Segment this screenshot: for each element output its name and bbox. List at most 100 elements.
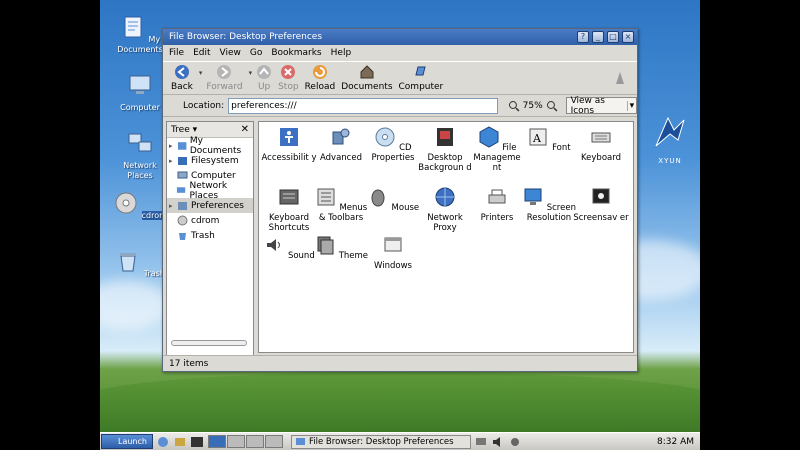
desktop-icon-computer[interactable]: Computer <box>110 72 170 113</box>
tree-item-cdrom[interactable]: cdrom <box>167 213 253 228</box>
menu-edit[interactable]: Edit <box>193 48 210 58</box>
tree-item-my-documents[interactable]: ▸ My Documents <box>167 136 253 156</box>
menu-bookmarks[interactable]: Bookmarks <box>271 48 321 58</box>
zoom-out-icon[interactable] <box>508 100 520 112</box>
item-theme[interactable]: Theme <box>313 234 369 261</box>
up-button[interactable]: Up <box>256 64 272 92</box>
item-advanced[interactable]: Advanced <box>313 126 369 163</box>
item-menus-toolbars[interactable]: Menus & Toolbars <box>313 186 369 223</box>
forward-arrow-icon <box>217 65 232 79</box>
expander-icon[interactable]: ▸ <box>169 142 177 150</box>
sidebar-close-icon[interactable]: ✕ <box>241 124 249 135</box>
forward-button[interactable]: Forward <box>206 64 243 92</box>
menu-bar: File Edit View Go Bookmarks Help <box>163 45 637 61</box>
reload-button[interactable]: Reload <box>305 64 335 92</box>
tree-item-network-places[interactable]: Network Places <box>167 181 253 201</box>
desktop-background-icon <box>437 128 453 146</box>
item-network-proxy[interactable]: Network Proxy <box>417 186 473 233</box>
item-keyboard[interactable]: Keyboard <box>573 126 629 163</box>
screen-resolution-icon <box>524 188 542 205</box>
item-screen-resolution[interactable]: Screen Resolution <box>521 186 577 223</box>
computer-button[interactable]: Computer <box>399 64 443 92</box>
location-label: Location: <box>183 100 225 111</box>
sidebar-tree: Tree ▾ ✕ ▸ My Documents ▸ Filesystem Com… <box>166 121 254 369</box>
taskbar: Launch File Browser: Desktop Preferences… <box>100 432 700 450</box>
expander-icon[interactable]: ▸ <box>169 202 177 210</box>
back-button[interactable]: Back <box>171 64 193 92</box>
desktop-icon-cdrom[interactable]: cdrom <box>110 190 170 221</box>
location-input[interactable] <box>228 97 498 114</box>
screensaver-icon <box>592 188 610 204</box>
network-tray-icon[interactable] <box>474 436 488 448</box>
item-desktop-background[interactable]: Desktop Backgroun d <box>417 126 473 173</box>
keyboard-icon <box>591 132 611 143</box>
back-history-dropdown[interactable]: ▾ <box>199 69 203 77</box>
cd-icon <box>375 127 395 147</box>
windows-icon <box>384 237 402 252</box>
chevron-down-icon: ▾ <box>192 124 198 135</box>
stop-button[interactable]: Stop <box>278 64 299 92</box>
clock[interactable]: 8:32 AM <box>657 437 694 447</box>
network-places-icon <box>128 133 152 152</box>
item-count: 17 items <box>169 358 209 369</box>
file-browser-icon <box>296 438 305 445</box>
status-bar: 17 items <box>163 355 637 371</box>
sidebar-horizontal-scrollbar[interactable] <box>171 340 247 346</box>
forward-history-dropdown[interactable]: ▾ <box>249 69 253 77</box>
tree-item-preferences[interactable]: ▸ Preferences <box>167 198 253 213</box>
desktop-icon-my-documents[interactable]: My Documents <box>110 14 170 55</box>
file-manager-launcher-icon[interactable] <box>173 436 187 448</box>
menu-view[interactable]: View <box>220 48 241 58</box>
item-mouse[interactable]: Mouse <box>365 186 421 213</box>
dragon-logo-icon <box>655 116 685 147</box>
taskbar-window-button[interactable]: File Browser: Desktop Preferences <box>291 434 471 449</box>
browser-launcher-icon[interactable] <box>156 436 170 448</box>
maximize-button[interactable]: □ <box>607 31 619 43</box>
title-bar[interactable]: File Browser: Desktop Preferences ? _ □ … <box>163 29 637 45</box>
status-tray-icon[interactable] <box>508 436 522 448</box>
workspace-1[interactable] <box>208 435 226 448</box>
toolbar: Back ▾ Forward ▾ Up Stop Reload Document… <box>163 61 637 95</box>
cdrom-icon <box>115 192 137 214</box>
file-management-icon <box>479 126 499 148</box>
item-cd-properties[interactable]: CD Properties <box>365 126 421 163</box>
workspace-3[interactable] <box>246 435 264 448</box>
network-icon <box>177 187 186 193</box>
volume-icon[interactable] <box>491 436 505 448</box>
content-area: Tree ▾ ✕ ▸ My Documents ▸ Filesystem Com… <box>166 121 634 369</box>
documents-button[interactable]: Documents <box>341 64 393 92</box>
zoom-in-icon[interactable] <box>546 100 558 112</box>
preferences-icon <box>178 202 187 210</box>
workspace-4[interactable] <box>265 435 283 448</box>
location-bar: Location: 75% View as Icons ▾ <box>163 95 637 117</box>
item-sound[interactable]: Sound <box>261 234 317 261</box>
menu-help[interactable]: Help <box>331 48 352 58</box>
font-icon: A <box>529 128 547 146</box>
trash-icon <box>179 233 186 240</box>
workspace-2[interactable] <box>227 435 245 448</box>
item-screensaver[interactable]: Screensav er <box>573 186 629 223</box>
menu-go[interactable]: Go <box>250 48 262 58</box>
cdrom-icon <box>177 215 188 226</box>
help-button[interactable]: ? <box>577 31 589 43</box>
item-windows[interactable]: Windows <box>365 234 421 271</box>
terminal-launcher-icon[interactable] <box>190 436 204 448</box>
desktop-icon-trash[interactable]: Trash <box>110 248 170 279</box>
item-printers[interactable]: Printers <box>469 186 525 223</box>
minimize-button[interactable]: _ <box>592 31 604 43</box>
item-accessibility[interactable]: Accessibilit y <box>261 126 317 163</box>
desktop-icon-network-places[interactable]: Network Places <box>110 130 170 181</box>
item-font[interactable]: A Font <box>521 126 577 153</box>
tree-item-trash[interactable]: Trash <box>167 228 253 243</box>
chevron-down-icon: ▾ <box>626 100 636 111</box>
item-keyboard-shortcuts[interactable]: Keyboard Shortcuts <box>261 186 317 233</box>
launch-button[interactable]: Launch <box>101 434 153 449</box>
expander-icon[interactable]: ▸ <box>169 157 177 165</box>
stop-icon <box>281 65 296 79</box>
close-button[interactable]: × <box>622 31 634 43</box>
menu-file[interactable]: File <box>169 48 184 58</box>
view-mode-select[interactable]: View as Icons ▾ <box>565 96 637 116</box>
item-file-management[interactable]: File Manageme nt <box>469 126 525 173</box>
desktop-screen: My Documents Computer Network Places cdr… <box>100 0 700 450</box>
zoom-level[interactable]: 75% <box>523 101 543 111</box>
